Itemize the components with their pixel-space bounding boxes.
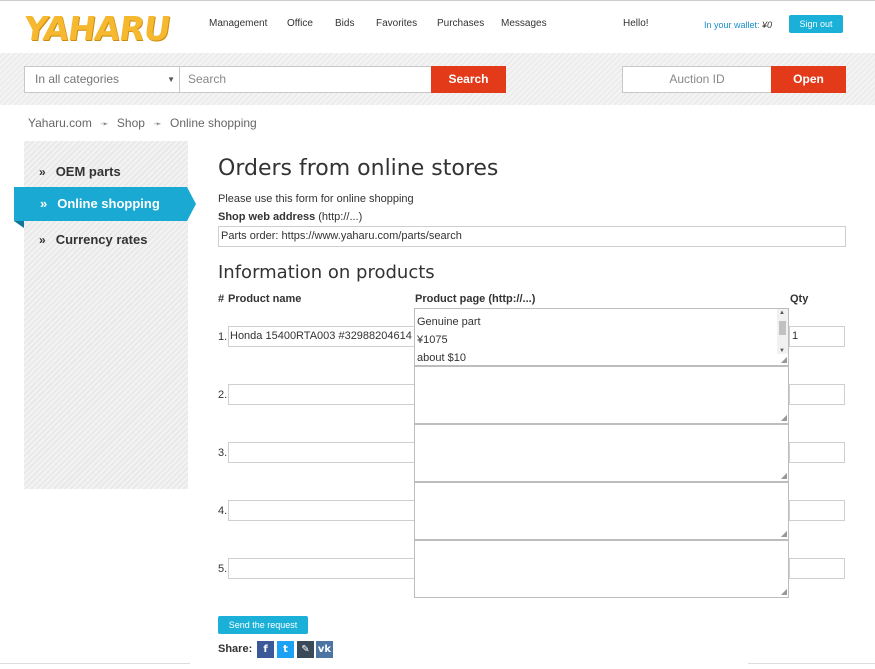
column-number-header: # bbox=[218, 293, 225, 305]
search-input[interactable]: Search bbox=[180, 66, 432, 93]
resize-grip-icon[interactable]: ◢ bbox=[781, 530, 787, 538]
resize-grip-icon[interactable]: ◢ bbox=[781, 414, 787, 422]
product-page-text: Genuine part ¥1075 about $10 bbox=[417, 313, 481, 367]
arrow-right-icon: ➛ bbox=[100, 119, 109, 130]
qty-input[interactable] bbox=[789, 558, 845, 579]
twitter-icon[interactable]: t bbox=[277, 641, 294, 658]
send-request-button[interactable]: Send the request bbox=[218, 616, 308, 634]
qty-input[interactable]: 1 bbox=[789, 326, 845, 347]
nav-office[interactable]: Office bbox=[287, 18, 313, 29]
arrow-right-icon: ➛ bbox=[153, 119, 162, 130]
qty-input[interactable] bbox=[789, 384, 845, 405]
breadcrumb-home[interactable]: Yaharu.com bbox=[28, 116, 92, 130]
product-name-input[interactable] bbox=[228, 442, 416, 463]
sidebar-item-label: OEM parts bbox=[55, 164, 121, 179]
facebook-icon[interactable]: f bbox=[257, 641, 274, 658]
sidebar-item-currency-rates[interactable]: » Currency rates bbox=[39, 232, 147, 247]
scroll-up-icon[interactable]: ▲ bbox=[779, 310, 785, 316]
row-number: 2. bbox=[218, 389, 228, 401]
chevron-down-icon: ▼ bbox=[167, 75, 175, 84]
product-name-input[interactable] bbox=[228, 384, 416, 405]
nav-bids[interactable]: Bids bbox=[335, 18, 354, 29]
product-page-textarea[interactable]: ◢ bbox=[414, 366, 789, 424]
category-select[interactable]: In all categories ▼ bbox=[24, 66, 180, 93]
intro-text: Please use this form for online shopping bbox=[218, 193, 414, 205]
row-number: 5. bbox=[218, 563, 228, 575]
share-label: Share: bbox=[218, 643, 253, 655]
wallet-label: In your wallet: bbox=[704, 20, 760, 30]
vk-icon[interactable]: vk bbox=[316, 641, 333, 658]
sidebar-item-oem-parts[interactable]: » OEM parts bbox=[39, 164, 121, 179]
product-page-textarea[interactable]: ◢ bbox=[414, 540, 789, 598]
shop-web-address-input[interactable]: Parts order: https://www.yaharu.com/part… bbox=[218, 226, 846, 247]
resize-grip-icon[interactable]: ◢ bbox=[781, 472, 787, 480]
search-band: In all categories ▼ Search Search Auctio… bbox=[0, 53, 875, 105]
product-page-textarea[interactable]: Genuine part ¥1075 about $10 ▲ ▼ ◢ bbox=[414, 308, 789, 366]
products-title: Information on products bbox=[218, 262, 435, 283]
footer-divider bbox=[748, 663, 875, 664]
resize-grip-icon[interactable]: ◢ bbox=[781, 356, 787, 364]
product-name-input[interactable] bbox=[228, 558, 416, 579]
nav-management[interactable]: Management bbox=[209, 18, 267, 29]
category-select-value: In all categories bbox=[35, 72, 120, 86]
sign-out-button[interactable]: Sign out bbox=[789, 15, 843, 33]
sidebar-item-label: Online shopping bbox=[57, 196, 160, 211]
shop-web-address-label: Shop web address (http://...) bbox=[218, 211, 362, 223]
double-chevron-right-icon: » bbox=[39, 233, 46, 247]
nav-purchases[interactable]: Purchases bbox=[437, 18, 484, 29]
yaharu-logo[interactable]: YAHARU bbox=[21, 9, 172, 48]
nav-favorites[interactable]: Favorites bbox=[376, 18, 417, 29]
product-page-line: about $10 bbox=[417, 352, 466, 364]
column-product-page-header: Product page (http://...) bbox=[415, 293, 536, 305]
greeting: Hello! bbox=[623, 18, 649, 29]
product-page-line: ¥1075 bbox=[417, 334, 448, 346]
sidebar-item-online-shopping[interactable]: » Online shopping bbox=[14, 187, 196, 228]
product-page-textarea[interactable]: ◢ bbox=[414, 482, 789, 540]
shop-web-address-hint: (http://...) bbox=[318, 211, 363, 223]
page-title: Orders from online stores bbox=[218, 156, 499, 181]
sidebar-item-label: Currency rates bbox=[55, 232, 148, 247]
livejournal-icon[interactable]: ✎ bbox=[297, 641, 314, 658]
row-number: 4. bbox=[218, 505, 228, 517]
wallet-info: In your wallet: ¥0 bbox=[704, 20, 772, 30]
column-product-name-header: Product name bbox=[228, 293, 302, 305]
breadcrumb-shop[interactable]: Shop bbox=[117, 116, 145, 130]
breadcrumb: Yaharu.com ➛ Shop ➛ Online shopping bbox=[28, 116, 257, 130]
top-bar: YAHARU Management Office Bids Favorites … bbox=[0, 0, 875, 52]
row-number: 3. bbox=[218, 447, 228, 459]
row-number: 1. bbox=[218, 331, 228, 343]
wallet-value: ¥0 bbox=[762, 20, 773, 30]
double-chevron-right-icon: » bbox=[39, 165, 46, 179]
resize-grip-icon[interactable]: ◢ bbox=[781, 588, 787, 596]
nav-messages[interactable]: Messages bbox=[501, 18, 547, 29]
textarea-scrollbar[interactable]: ▲ ▼ bbox=[777, 309, 788, 354]
open-button[interactable]: Open bbox=[771, 66, 846, 93]
search-button[interactable]: Search bbox=[431, 66, 506, 93]
product-page-line: Genuine part bbox=[417, 316, 481, 328]
qty-input[interactable] bbox=[789, 500, 845, 521]
breadcrumb-current: Online shopping bbox=[170, 116, 257, 130]
column-qty-header: Qty bbox=[790, 293, 809, 305]
scroll-down-icon[interactable]: ▼ bbox=[779, 348, 785, 354]
auction-id-input[interactable]: Auction ID bbox=[622, 66, 772, 93]
footer-divider bbox=[0, 663, 190, 664]
product-name-input[interactable]: Honda 15400RTA003 #32988204614 bbox=[228, 326, 416, 347]
qty-input[interactable] bbox=[789, 442, 845, 463]
scroll-thumb[interactable] bbox=[779, 321, 786, 335]
shop-web-address-label-bold: Shop web address bbox=[218, 211, 316, 223]
double-chevron-right-icon: » bbox=[40, 196, 48, 211]
product-name-input[interactable] bbox=[228, 500, 416, 521]
product-page-textarea[interactable]: ◢ bbox=[414, 424, 789, 482]
